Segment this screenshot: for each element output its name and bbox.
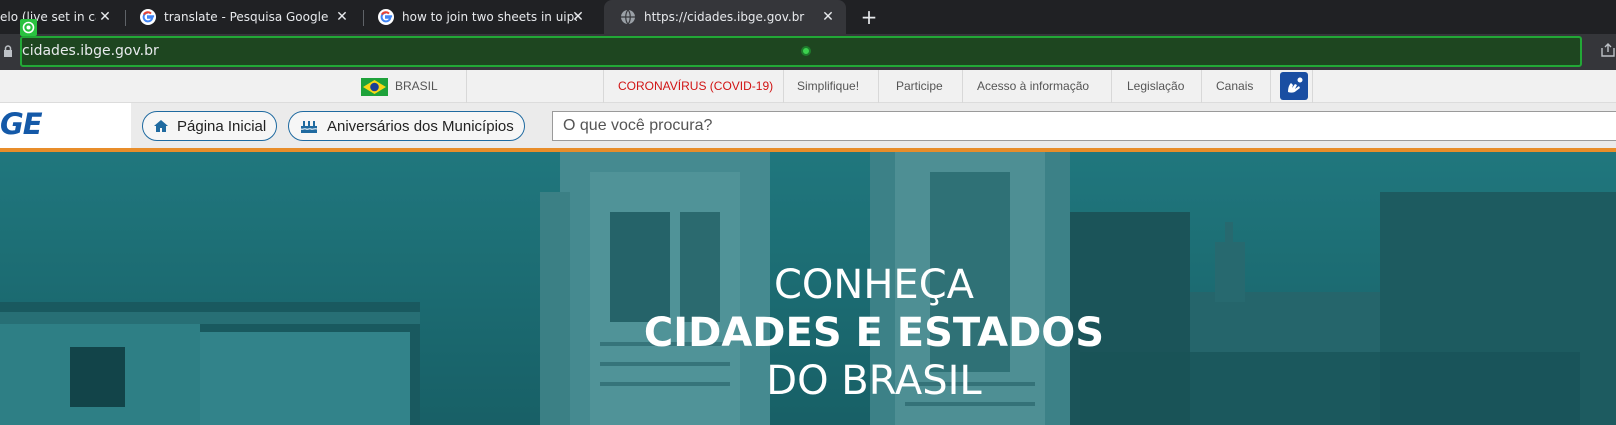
logo-area: GE — [0, 103, 131, 148]
site-header: GE Página Inicial Aniversários dos Munic… — [0, 103, 1616, 148]
browser-tab[interactable]: translate - Pesquisa Google ✕ — [132, 0, 360, 34]
canais-link[interactable]: Canais — [1216, 79, 1253, 93]
tab-title: how to join two sheets in uipath — [402, 10, 577, 24]
hero-heading-line1: CONHEÇA — [774, 262, 974, 308]
anniversaries-button[interactable]: Aniversários dos Municípios — [288, 111, 525, 141]
divider — [603, 70, 604, 103]
google-icon — [378, 9, 394, 25]
divider — [962, 70, 963, 103]
simplifique-link[interactable]: Simplifique! — [797, 79, 859, 93]
divider — [1270, 70, 1271, 103]
acesso-informacao-link[interactable]: Acesso à informação — [977, 79, 1089, 93]
tab-title: https://cidades.ibge.gov.br — [644, 10, 805, 24]
close-icon[interactable]: ✕ — [97, 9, 113, 25]
tab-divider — [363, 10, 364, 26]
covid-link[interactable]: CORONAVÍRUS (COVID-19) — [618, 79, 773, 93]
hero-heading-line2: CIDADES E ESTADOS — [643, 310, 1105, 356]
google-icon — [140, 9, 156, 25]
lock-icon[interactable] — [3, 45, 13, 57]
divider — [783, 70, 784, 103]
divider — [878, 70, 879, 103]
brazil-flag-icon[interactable] — [361, 78, 388, 96]
vlibras-accessibility-icon[interactable] — [1280, 72, 1308, 100]
hero-heading-line3: DO BRASIL — [766, 358, 982, 404]
new-tab-button[interactable]: + — [858, 6, 880, 28]
ibge-logo[interactable]: GE — [0, 107, 43, 141]
home-icon — [154, 120, 168, 132]
browser-tab-strip: elo (live set in castl ✕ translate - Pes… — [0, 0, 1616, 34]
browser-tab[interactable]: how to join two sheets in uipath ✕ — [370, 0, 596, 34]
birthday-cake-icon — [300, 121, 318, 133]
home-button[interactable]: Página Inicial — [142, 111, 278, 141]
extension-badge-icon — [20, 19, 37, 36]
close-icon[interactable]: ✕ — [570, 9, 586, 25]
browser-tab[interactable]: elo (live set in castl ✕ — [0, 0, 123, 34]
share-icon[interactable] — [1600, 42, 1616, 58]
divider — [1312, 70, 1313, 103]
search-input[interactable] — [552, 111, 1616, 141]
hero-banner: CONHEÇA CIDADES E ESTADOS DO BRASIL — [0, 152, 1616, 425]
address-text[interactable]: cidades.ibge.gov.br — [22, 43, 159, 59]
divider — [1201, 70, 1202, 103]
legislacao-link[interactable]: Legislação — [1127, 79, 1184, 93]
tab-divider — [125, 10, 126, 26]
tab-title: translate - Pesquisa Google — [164, 10, 329, 24]
divider — [466, 70, 467, 103]
close-icon[interactable]: ✕ — [820, 9, 836, 25]
participe-link[interactable]: Participe — [896, 79, 943, 93]
browser-tab-active[interactable]: https://cidades.ibge.gov.br ✕ — [604, 0, 846, 34]
home-button-label: Página Inicial — [177, 117, 267, 135]
anniversaries-button-label: Aniversários dos Municípios — [327, 117, 514, 135]
globe-icon — [621, 9, 635, 25]
brasil-link[interactable]: BRASIL — [395, 79, 438, 93]
close-icon[interactable]: ✕ — [334, 9, 350, 25]
extension-indicator-icon — [801, 46, 811, 56]
divider — [1111, 70, 1112, 103]
tab-title: elo (live set in castl — [0, 10, 96, 24]
government-bar: BRASIL CORONAVÍRUS (COVID-19) Simplifiqu… — [0, 70, 1616, 103]
web-page: BRASIL CORONAVÍRUS (COVID-19) Simplifiqu… — [0, 70, 1616, 425]
